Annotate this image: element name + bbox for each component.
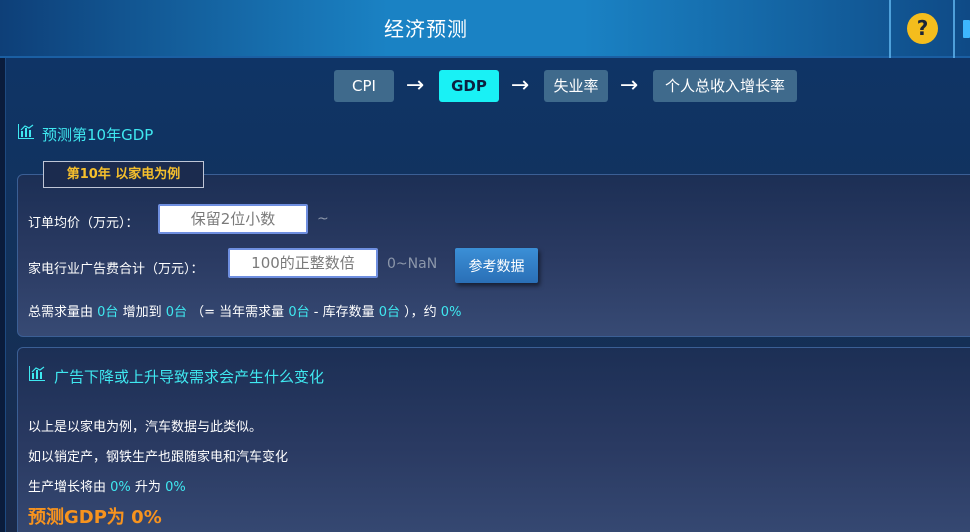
page-title: 经济预测 [384, 17, 468, 41]
section-title-demand-change: 广告下降或上升导致需求会产生什么变化 [54, 368, 325, 386]
order-price-range: ~ [317, 211, 329, 227]
header-divider [889, 0, 891, 58]
year-tag: 第10年 以家电为例 [43, 161, 204, 188]
demand-from-value: 0台 [97, 305, 119, 320]
order-price-label: 订单均价（万元）： [28, 216, 139, 231]
stock-value: 0台 [378, 305, 400, 320]
order-price-input[interactable] [158, 204, 308, 234]
ad-cost-range: 0~NaN [387, 256, 438, 272]
demand-change-pct: 0% [440, 305, 462, 320]
arrow-right-icon: → [405, 73, 425, 98]
step-income-growth[interactable]: 个人总收入增长率 [653, 70, 797, 102]
left-edge-strip [0, 58, 6, 532]
growth-from-value: 0% [110, 480, 131, 495]
reference-data-button[interactable]: 参考数据 [455, 248, 538, 283]
demand-to-value: 0台 [165, 305, 188, 320]
current-demand-value: 0台 [288, 305, 310, 320]
growth-to-value: 0% [165, 480, 186, 495]
gdp-forecast-result: 预测GDP为 0% [28, 507, 162, 528]
chart-icon [18, 124, 34, 139]
step-gdp[interactable]: GDP [439, 70, 499, 102]
explanation-line-1: 以上是以家电为例，汽车数据与此类似。 [28, 420, 263, 435]
arrow-right-icon: → [619, 73, 639, 98]
panel-toggle-icon[interactable] [963, 20, 970, 38]
arrow-right-icon: → [510, 73, 530, 98]
header-divider [953, 0, 955, 58]
step-unemployment[interactable]: 失业率 [544, 70, 608, 102]
production-growth-line: 生产增长将由 0% 升为 0% [28, 480, 186, 495]
step-navigation: CPI → GDP → 失业率 → 个人总收入增长率 [0, 70, 970, 102]
step-cpi[interactable]: CPI [334, 70, 394, 102]
demand-summary: 总需求量由 0台 增加到 0台 （= 当年需求量 0台 - 库存数量 0台 ），… [28, 305, 462, 320]
app-header: 经济预测 ? [0, 0, 970, 58]
help-button[interactable]: ? [907, 13, 938, 44]
ad-cost-input[interactable] [228, 248, 378, 278]
section-title-forecast: 预测第10年GDP [42, 126, 154, 144]
explanation-line-2: 如以销定产，钢铁生产也跟随家电和汽车变化 [28, 450, 289, 465]
chart-icon [29, 366, 45, 381]
ad-cost-label: 家电行业广告费合计（万元）： [28, 262, 204, 277]
